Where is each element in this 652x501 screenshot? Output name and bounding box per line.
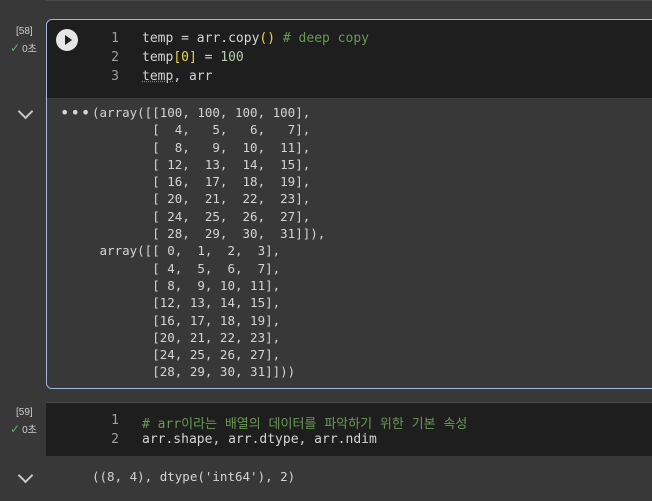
play-icon <box>64 35 72 45</box>
cell-output-text: ((8, 4), dtype('int64'), 2) <box>92 469 296 484</box>
code-token: temp <box>142 69 174 84</box>
line-number: 2 <box>111 50 119 65</box>
check-icon: ✓ <box>10 422 21 436</box>
collapse-output-chevron-icon[interactable] <box>17 467 34 484</box>
execution-count: [59] <box>16 407 33 418</box>
code-token: = <box>196 50 221 65</box>
run-cell-button[interactable] <box>56 29 78 51</box>
code-number: 100 <box>220 50 244 65</box>
collapse-output-chevron-icon[interactable] <box>17 103 34 120</box>
code-token: [0] <box>173 50 197 65</box>
line-number: 3 <box>111 69 119 84</box>
line-number: 1 <box>111 31 119 46</box>
code-token: temp = arr.copy <box>142 31 260 46</box>
code-line-2[interactable]: arr.shape, arr.dtype, arr.ndim <box>142 432 377 447</box>
code-token: , arr <box>173 69 213 84</box>
execution-time-text: 0초 <box>22 425 37 436</box>
code-line-2[interactable]: temp[0] = 100 <box>142 50 244 65</box>
cell-output-text: (array([[100, 100, 100, 100], [ 4, 5, 6,… <box>92 105 326 380</box>
top-divider <box>46 0 652 1</box>
code-token: temp <box>142 50 174 65</box>
check-icon: ✓ <box>10 41 21 55</box>
code-comment: # deep copy <box>275 31 369 46</box>
code-line-3[interactable]: temp, arr <box>142 69 212 84</box>
execution-time-text: 0초 <box>22 44 37 55</box>
execution-count: [58] <box>16 26 33 37</box>
execution-time: ✓ 0초 <box>10 421 37 436</box>
line-number: 1 <box>111 413 119 428</box>
more-options-icon[interactable]: ••• <box>60 105 91 121</box>
execution-time: ✓ 0초 <box>10 40 37 55</box>
code-token: () <box>259 31 276 46</box>
line-number: 2 <box>111 432 119 447</box>
code-line-1[interactable]: temp = arr.copy() # deep copy <box>142 31 369 46</box>
code-comment[interactable]: # arr이라는 배열의 데이터를 파악하기 위한 기본 속성 <box>142 413 467 432</box>
